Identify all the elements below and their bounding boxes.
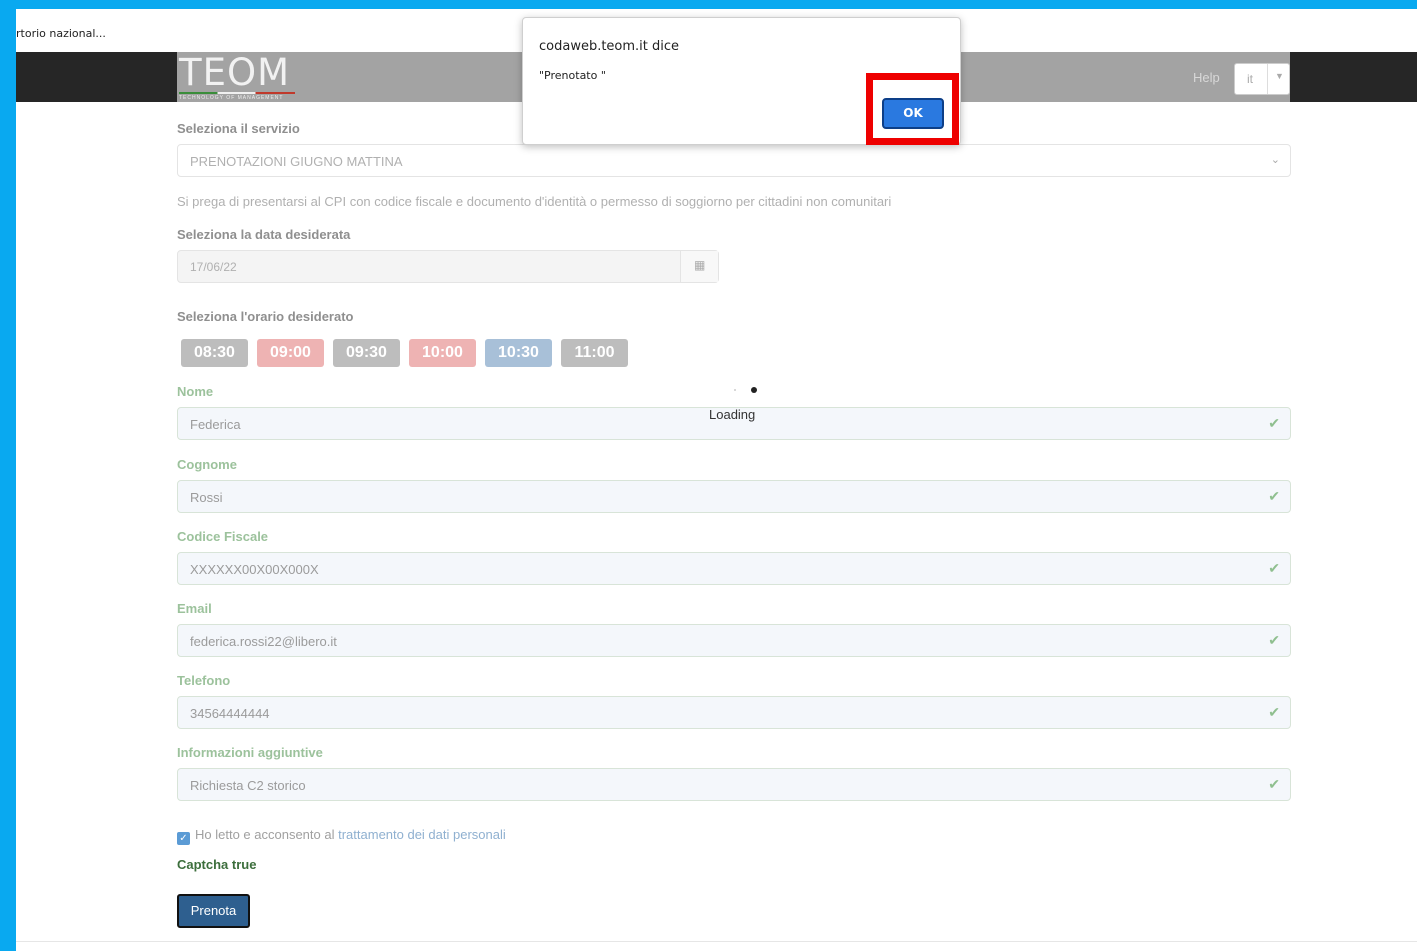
email-field[interactable]: federica.rossi22@libero.it ✔: [177, 624, 1291, 657]
check-icon: ✔: [1268, 776, 1280, 792]
service-label: Seleziona il servizio: [177, 121, 300, 136]
help-link[interactable]: Help: [1193, 70, 1220, 85]
consent-row: ✓ Ho letto e acconsento al trattamento de…: [177, 827, 506, 845]
frame-top-border: [0, 0, 1417, 9]
time-slot-1030[interactable]: 10:30: [485, 339, 552, 367]
nome-label: Nome: [177, 384, 214, 399]
codice-fiscale-label: Codice Fiscale: [177, 529, 269, 544]
telefono-value: 34564444444: [190, 706, 270, 721]
language-separator: [1267, 64, 1268, 94]
loading-spinner-dot: [734, 389, 736, 391]
date-input[interactable]: 17/06/22 ▦: [177, 250, 719, 283]
time-slot-0900[interactable]: 09:00: [257, 339, 324, 367]
cognome-field[interactable]: Rossi ✔: [177, 480, 1291, 513]
cognome-value: Rossi: [190, 490, 223, 505]
check-icon: ✔: [1268, 704, 1280, 720]
check-icon: ✔: [1268, 488, 1280, 504]
time-slot-1000[interactable]: 10:00: [409, 339, 476, 367]
service-value: PRENOTAZIONI GIUGNO MATTINA: [190, 154, 403, 169]
loading-text: Loading: [709, 407, 756, 422]
calendar-icon: ▦: [694, 258, 706, 272]
frame-left-border: [0, 0, 16, 951]
footer-divider: [16, 941, 1417, 942]
teom-logo[interactable]: TEOM TECHNOLOGY OF MANAGEMENT: [179, 51, 297, 101]
prenota-button[interactable]: Prenota: [177, 894, 250, 928]
consent-checkbox[interactable]: ✓: [177, 832, 190, 845]
info-label: Informazioni aggiuntive: [177, 745, 323, 760]
language-value: it: [1247, 72, 1253, 86]
logo-flag-bar: [179, 92, 295, 94]
captcha-status: Captcha true: [177, 857, 257, 872]
codice-fiscale-value: XXXXXX00X00X000X: [190, 562, 319, 577]
info-field[interactable]: Richiesta C2 storico ✔: [177, 768, 1291, 801]
nome-value: Federica: [190, 417, 241, 432]
browser-tab-title[interactable]: rtorio nazional...: [16, 27, 106, 40]
cognome-label: Cognome: [177, 457, 237, 472]
consent-text: Ho letto e acconsento al: [195, 827, 335, 842]
time-slot-0930[interactable]: 09:30: [333, 339, 400, 367]
dialog-title: codaweb.teom.it dice: [539, 39, 680, 54]
time-label: Seleziona l'orario desiderato: [177, 309, 354, 324]
telefono-field[interactable]: 34564444444 ✔: [177, 696, 1291, 729]
logo-text: TEOM: [179, 51, 291, 94]
service-select[interactable]: PRENOTAZIONI GIUGNO MATTINA ⌄: [177, 144, 1291, 177]
codice-fiscale-field[interactable]: XXXXXX00X00X000X ✔: [177, 552, 1291, 585]
calendar-button[interactable]: ▦: [680, 251, 718, 282]
logo-subtitle: TECHNOLOGY OF MANAGEMENT: [179, 95, 284, 101]
info-value: Richiesta C2 storico: [190, 778, 306, 793]
date-label: Seleziona la data desiderata: [177, 227, 351, 242]
date-value: 17/06/22: [190, 260, 237, 274]
loading-spinner-icon: [751, 387, 757, 393]
check-icon: ✔: [1268, 560, 1280, 576]
privacy-link[interactable]: trattamento dei dati personali: [338, 827, 506, 842]
notice-text: Si prega di presentarsi al CPI con codic…: [177, 194, 892, 209]
check-icon: ✔: [1268, 632, 1280, 648]
dialog-message: "Prenotato ": [539, 69, 606, 82]
check-icon: ✔: [1268, 415, 1280, 431]
telefono-label: Telefono: [177, 673, 231, 688]
time-slot-1100[interactable]: 11:00: [561, 339, 628, 367]
chevron-down-icon: ⌄: [1270, 154, 1280, 166]
email-value: federica.rossi22@libero.it: [190, 634, 337, 649]
time-slot-0830[interactable]: 08:30: [181, 339, 248, 367]
language-select[interactable]: it ▼: [1234, 63, 1290, 95]
ok-button[interactable]: OK: [882, 98, 944, 129]
chevron-down-icon: ▼: [1275, 71, 1284, 81]
email-label: Email: [177, 601, 212, 616]
